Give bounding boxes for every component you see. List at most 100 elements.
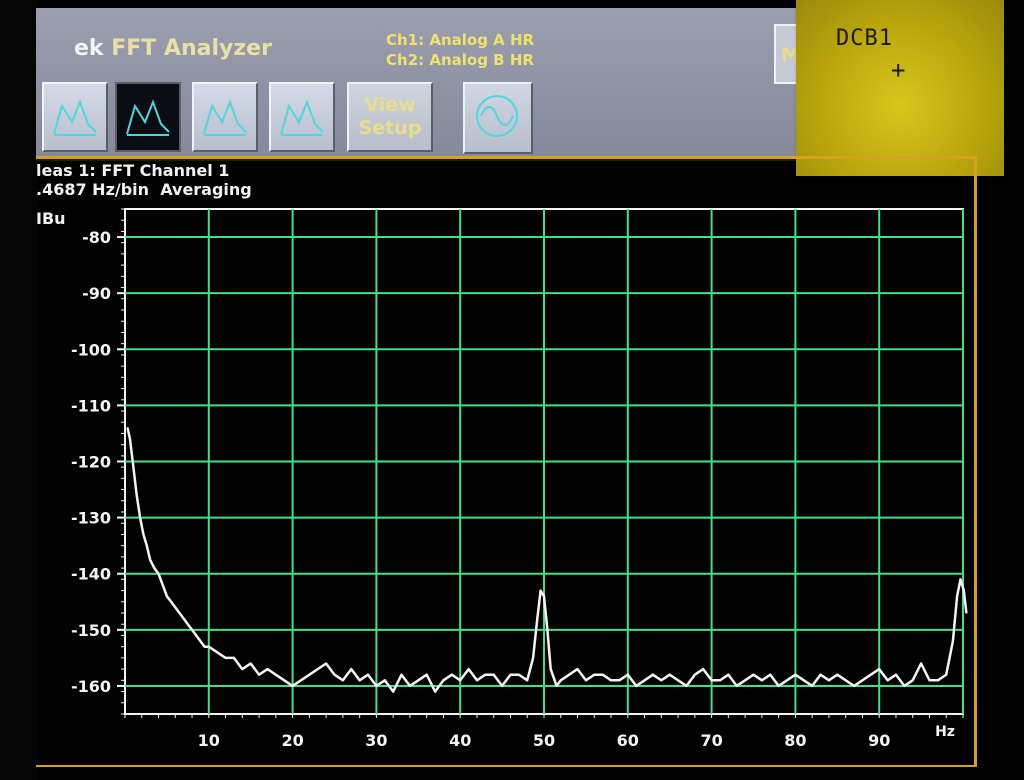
- spectrum-point: [920, 662, 922, 665]
- y-tick-label: -150: [71, 621, 111, 640]
- spectrum-point: [178, 612, 181, 614]
- spectrum-point: [802, 679, 805, 682]
- spectrum-point: [170, 600, 172, 603]
- spectrum-point: [409, 685, 411, 687]
- spectrum-point: [526, 679, 529, 682]
- spectrum-point: [870, 673, 872, 676]
- spectrum-point: [635, 685, 637, 687]
- spectrum-point: [375, 685, 378, 687]
- spectrum-point: [836, 673, 839, 676]
- spectrum-point: [501, 685, 503, 687]
- x-tick-label: 30: [365, 731, 387, 750]
- spectrum-point: [819, 673, 822, 676]
- spectrum-point: [275, 673, 277, 676]
- spectrum-point: [963, 589, 965, 592]
- spectrum-point: [157, 572, 160, 575]
- spectrum-point: [149, 558, 151, 561]
- spectrum-point: [400, 673, 403, 676]
- spectrum-point: [129, 438, 131, 440]
- spectrum-point: [735, 685, 738, 687]
- spectrum-point: [610, 679, 612, 682]
- spectrum-point: [895, 673, 897, 676]
- spectrum-point: [853, 685, 855, 687]
- y-tick-label: -100: [71, 340, 111, 359]
- spectrum-point: [786, 679, 788, 682]
- spectrum-point: [627, 673, 629, 676]
- spectrum-point: [861, 679, 864, 682]
- spectrum-point: [585, 679, 587, 682]
- spectrum-point: [539, 589, 542, 592]
- x-axis-label: Hz: [935, 724, 955, 740]
- spectrum-point: [710, 679, 713, 682]
- spectrum-point: [350, 668, 353, 670]
- spectrum-point: [392, 690, 394, 693]
- spectrum-point: [886, 679, 889, 682]
- spectrum-point: [727, 673, 730, 676]
- spectrum-point: [952, 640, 954, 642]
- spectrum-point: [660, 679, 663, 682]
- spectrum-point: [195, 634, 198, 637]
- spectrum-point: [417, 679, 420, 682]
- x-tick-label: 50: [533, 731, 555, 750]
- spectrum-point: [367, 673, 369, 676]
- spectrum-point: [769, 673, 772, 676]
- y-tick-label: -130: [71, 509, 111, 528]
- spectrum-point: [166, 595, 168, 597]
- spectrum-point: [451, 673, 453, 676]
- spectrum-point: [685, 685, 688, 687]
- x-tick-label: 90: [868, 731, 890, 750]
- spectrum-point: [677, 679, 679, 682]
- spectrum-point: [291, 685, 294, 687]
- spectrum-point: [719, 679, 721, 682]
- spectrum-point: [139, 516, 141, 519]
- spectrum-point: [308, 673, 311, 676]
- spectrum-point: [543, 595, 545, 597]
- spectrum-point: [518, 673, 520, 676]
- spectrum-point: [576, 668, 579, 670]
- spectrum-point: [174, 606, 177, 609]
- fft-plot[interactable]: -80 -90 -100 -110 -120 -130 -140 -150 -160 10 20 30…: [0, 0, 1024, 780]
- spectrum-point: [945, 673, 948, 676]
- spectrum-point: [549, 668, 552, 670]
- spectrum-point: [903, 685, 906, 687]
- spectrum-point: [325, 662, 327, 665]
- spectrum-point: [199, 640, 202, 642]
- spectrum-point: [601, 673, 604, 676]
- spectrum-point: [828, 679, 830, 682]
- spectrum-point: [342, 679, 344, 682]
- spectrum-point: [965, 612, 968, 614]
- spectrum-point: [618, 679, 621, 682]
- spectrum-point: [425, 673, 428, 676]
- spectrum-point: [224, 657, 227, 659]
- spectrum-point: [509, 673, 512, 676]
- spectrum-point: [383, 679, 386, 682]
- x-tick-label: 80: [784, 731, 806, 750]
- y-tick-label: -160: [71, 677, 111, 696]
- spectrum-point: [878, 668, 880, 670]
- spectrum-point: [744, 679, 746, 682]
- x-tick-label: 60: [617, 731, 639, 750]
- spectrum-point: [777, 685, 780, 687]
- x-tick-label: 40: [449, 731, 471, 750]
- spectrum-point: [300, 679, 302, 682]
- spectrum-point: [132, 466, 135, 468]
- spectrum-point: [593, 673, 596, 676]
- y-tick-label: -140: [71, 565, 111, 584]
- spectrum-point: [928, 679, 931, 682]
- spectrum-point: [536, 617, 539, 620]
- spectrum-point: [266, 668, 269, 670]
- spectrum-point: [258, 673, 260, 676]
- spectrum-point: [233, 657, 235, 659]
- spectrum-point: [937, 679, 939, 682]
- spectrum-point: [153, 567, 156, 569]
- spectrum-point: [467, 668, 470, 670]
- spectrum-point: [568, 673, 570, 676]
- x-tick-label: 10: [198, 731, 220, 750]
- spectrum-point: [956, 595, 958, 597]
- spectrum-point: [358, 679, 361, 682]
- spectrum-point: [794, 673, 797, 676]
- spectrum-point: [187, 623, 189, 626]
- spectrum-point: [555, 685, 558, 687]
- spectrum-point: [333, 673, 336, 676]
- spectrum-point: [694, 673, 696, 676]
